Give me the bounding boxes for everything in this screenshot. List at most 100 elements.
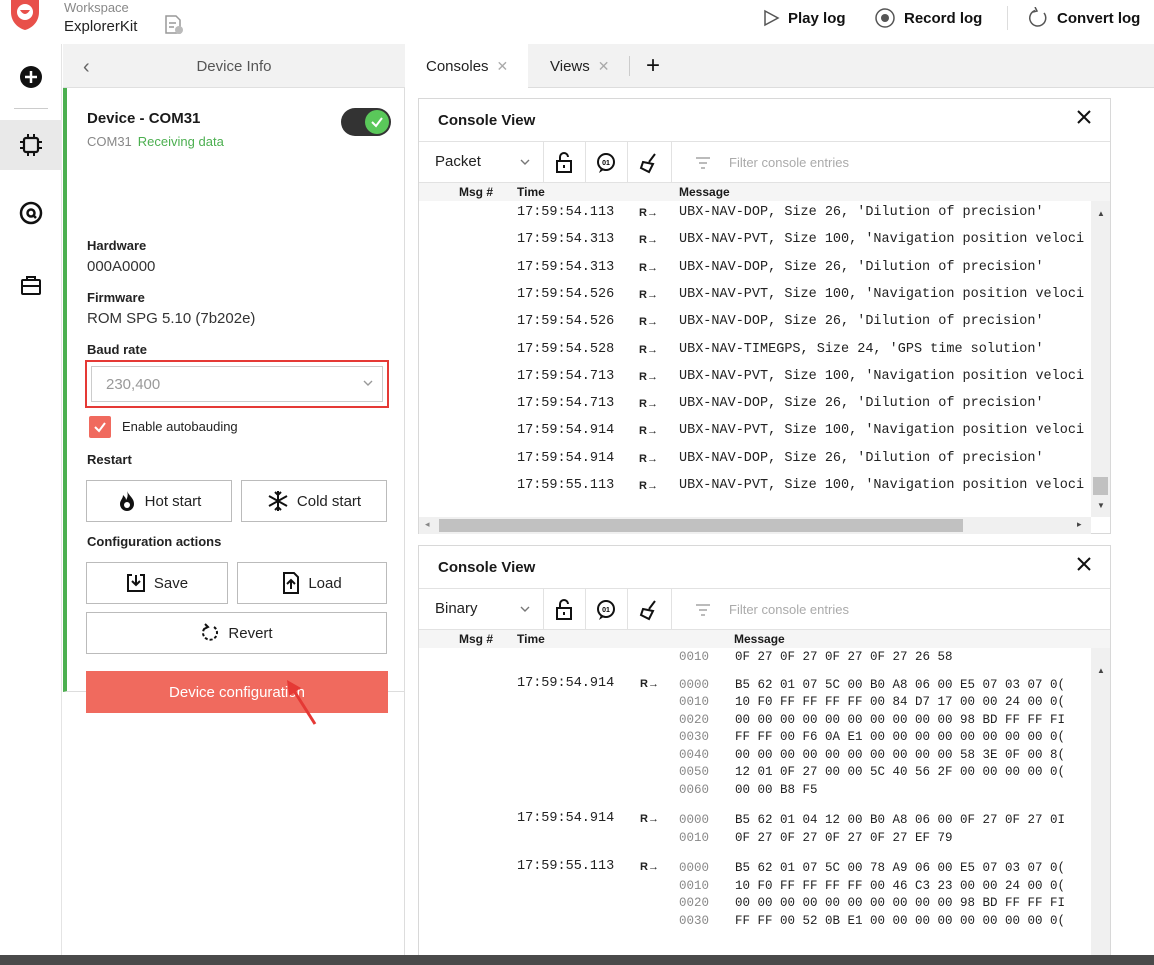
cold-start-button[interactable]: Cold start: [241, 480, 387, 522]
table-row[interactable]: 17:59:54.313 R→ UBX-NAV-PVT, Size 100, 'Na…: [419, 228, 1091, 255]
hex-line: 0030 FF FF 00 F6 0A E1 00 00 00 00 00 00 …: [419, 730, 1091, 747]
binary-bubble-icon[interactable]: 01: [595, 152, 617, 174]
hex-line: 0010 10 F0 FF FF FF FF 00 46 C3 23 00 00 …: [419, 879, 1091, 896]
wrench-circle-icon: [19, 201, 43, 225]
row-time: 17:59:54.914: [517, 450, 615, 466]
tab-consoles[interactable]: Consoles ✕: [406, 44, 528, 88]
file-status-icon[interactable]: [163, 14, 185, 36]
close-icon[interactable]: ✕: [497, 58, 509, 75]
autobaud-checkbox[interactable]: [89, 416, 111, 438]
row-message: UBX-NAV-PVT, Size 100, 'Navigation posit…: [679, 286, 1085, 302]
table-row[interactable]: 17:59:54.914 R→ UBX-NAV-DOP, Size 26, 'Dil…: [419, 447, 1091, 474]
hex-bytes: 10 F0 FF FF FF FF 00 46 C3 23 00 00 24 0…: [735, 878, 1066, 893]
device-configuration-button[interactable]: Device configuration: [86, 671, 388, 713]
play-log-button[interactable]: Play log: [762, 6, 846, 30]
hex-offset: 0010: [679, 830, 710, 845]
rail-divider: [14, 108, 48, 109]
row-time: 17:59:54.113: [517, 205, 615, 220]
close-icon[interactable]: ✕: [598, 58, 610, 75]
table-row[interactable]: 17:59:54.526 R→ UBX-NAV-PVT, Size 100, 'Na…: [419, 283, 1091, 310]
row-direction: R→: [639, 261, 658, 274]
baud-rate-highlight: 230,400: [85, 360, 389, 408]
convert-log-button[interactable]: Convert log: [1027, 6, 1140, 30]
revert-icon: [202, 623, 219, 641]
table-row[interactable]: 17:59:55.113 R→ UBX-NAV-PVT, Size 100, 'Na…: [419, 474, 1091, 499]
top-bar: Workspace ExplorerKit Play log Record lo…: [0, 0, 1154, 44]
rail-toolbox[interactable]: [0, 260, 62, 310]
row-time: 17:59:54.713: [517, 368, 615, 384]
baud-rate-value: 230,400: [106, 376, 161, 393]
annotation-arrow-icon: [287, 680, 317, 725]
table-row[interactable]: 17:59:54.528 R→ UBX-NAV-TIMEGPS, Size 24, …: [419, 338, 1091, 365]
scroll-up-icon[interactable]: ▲: [1097, 666, 1105, 675]
console-mode-select[interactable]: Binary: [435, 600, 478, 617]
row-direction: R→: [639, 452, 658, 465]
table-row[interactable]: 17:59:54.313 R→ UBX-NAV-DOP, Size 26, 'Dil…: [419, 256, 1091, 283]
row-message: UBX-NAV-PVT, Size 100, 'Navigation posit…: [679, 423, 1085, 439]
hex-offset: 0020: [679, 896, 710, 910]
chevron-down-icon[interactable]: [519, 603, 531, 615]
baud-rate-select[interactable]: 230,400: [91, 366, 383, 402]
baud-rate-label: Baud rate: [87, 342, 147, 357]
hot-start-button[interactable]: Hot start: [86, 480, 232, 522]
row-direction: R→: [639, 234, 658, 247]
rail-add[interactable]: [0, 52, 62, 102]
row-time: 17:59:54.313: [517, 259, 615, 275]
row-direction: R→: [639, 288, 658, 301]
close-icon[interactable]: [1076, 556, 1092, 572]
chevron-down-icon[interactable]: [519, 156, 531, 168]
hex-offset: 0010: [679, 650, 710, 664]
binary-bubble-icon[interactable]: 01: [595, 599, 617, 621]
scroll-thumb[interactable]: [439, 519, 963, 532]
rail-tools[interactable]: [0, 188, 62, 238]
vertical-scrollbar[interactable]: ▲ ▼: [1091, 201, 1110, 517]
console-rows: 0010 0F 27 0F 27 0F 27 0F 27 26 58 17:59:5…: [419, 648, 1091, 956]
vertical-scrollbar[interactable]: ▲: [1091, 648, 1110, 956]
clear-broom-icon[interactable]: [639, 599, 659, 621]
convert-log-label: Convert log: [1057, 9, 1141, 27]
row-message: UBX-NAV-PVT, Size 100, 'Navigation posit…: [679, 478, 1085, 493]
row-message: UBX-NAV-DOP, Size 26, 'Dilution of preci…: [679, 450, 1044, 466]
hex-bytes: 00 00 00 00 00 00 00 00 00 00 98 BD FF F…: [735, 712, 1066, 727]
lock-icon[interactable]: [555, 599, 573, 621]
device-connection-toggle[interactable]: [341, 108, 391, 136]
row-message: UBX-NAV-DOP, Size 26, 'Dilution of preci…: [679, 259, 1044, 275]
tab-consoles-label: Consoles: [426, 57, 489, 75]
scroll-right-icon[interactable]: ▸: [1077, 519, 1082, 530]
horizontal-scrollbar[interactable]: ◂ ▸: [419, 517, 1091, 534]
console-mode-select[interactable]: Packet: [435, 153, 481, 170]
save-button[interactable]: Save: [86, 562, 228, 604]
hex-offset: 0010: [679, 878, 710, 893]
table-row[interactable]: 17:59:54.113 R→ UBX-NAV-DOP, Size 26, 'Dil…: [419, 201, 1091, 228]
scroll-left-icon[interactable]: ◂: [425, 519, 430, 530]
hex-offset: 0000: [679, 677, 710, 692]
record-log-button[interactable]: Record log: [874, 6, 982, 30]
device-name: Device - COM31: [87, 110, 201, 127]
close-icon[interactable]: [1076, 109, 1092, 125]
hex-line: 0050 12 01 0F 27 00 00 5C 40 56 2F 00 00 …: [419, 765, 1091, 782]
scroll-down-icon[interactable]: ▼: [1097, 501, 1105, 510]
clear-broom-icon[interactable]: [639, 152, 659, 174]
table-row[interactable]: 17:59:54.526 R→ UBX-NAV-DOP, Size 26, 'Dil…: [419, 310, 1091, 337]
console-filter-input[interactable]: Filter console entries: [729, 155, 849, 170]
add-tab-icon[interactable]: +: [646, 52, 660, 80]
hex-line: 0000 B5 62 01 04 12 00 B0 A8 06 00 0F 27 …: [419, 813, 1091, 830]
rail-device[interactable]: [0, 120, 62, 170]
workspace-name[interactable]: ExplorerKit: [64, 18, 137, 35]
console-filter-input[interactable]: Filter console entries: [729, 602, 849, 617]
revert-button[interactable]: Revert: [86, 612, 387, 654]
scroll-thumb[interactable]: [1093, 477, 1108, 495]
lock-icon[interactable]: [555, 152, 573, 174]
table-row[interactable]: 17:59:54.713 R→ UBX-NAV-DOP, Size 26, 'Dil…: [419, 392, 1091, 419]
configuration-actions-label: Configuration actions: [87, 534, 222, 549]
table-row[interactable]: 17:59:54.914 R→ UBX-NAV-PVT, Size 100, 'Na…: [419, 419, 1091, 446]
briefcase-icon: [21, 276, 41, 295]
cold-start-label: Cold start: [296, 492, 362, 510]
load-button[interactable]: Load: [237, 562, 387, 604]
status-bar: [0, 955, 1154, 965]
tab-views[interactable]: Views ✕: [536, 44, 636, 88]
table-row[interactable]: 17:59:54.713 R→ UBX-NAV-PVT, Size 100, 'Na…: [419, 365, 1091, 392]
row-message: UBX-NAV-DOP, Size 26, 'Dilution of preci…: [679, 314, 1044, 330]
device-status: Receiving data: [137, 134, 224, 149]
scroll-up-icon[interactable]: ▲: [1097, 209, 1105, 218]
